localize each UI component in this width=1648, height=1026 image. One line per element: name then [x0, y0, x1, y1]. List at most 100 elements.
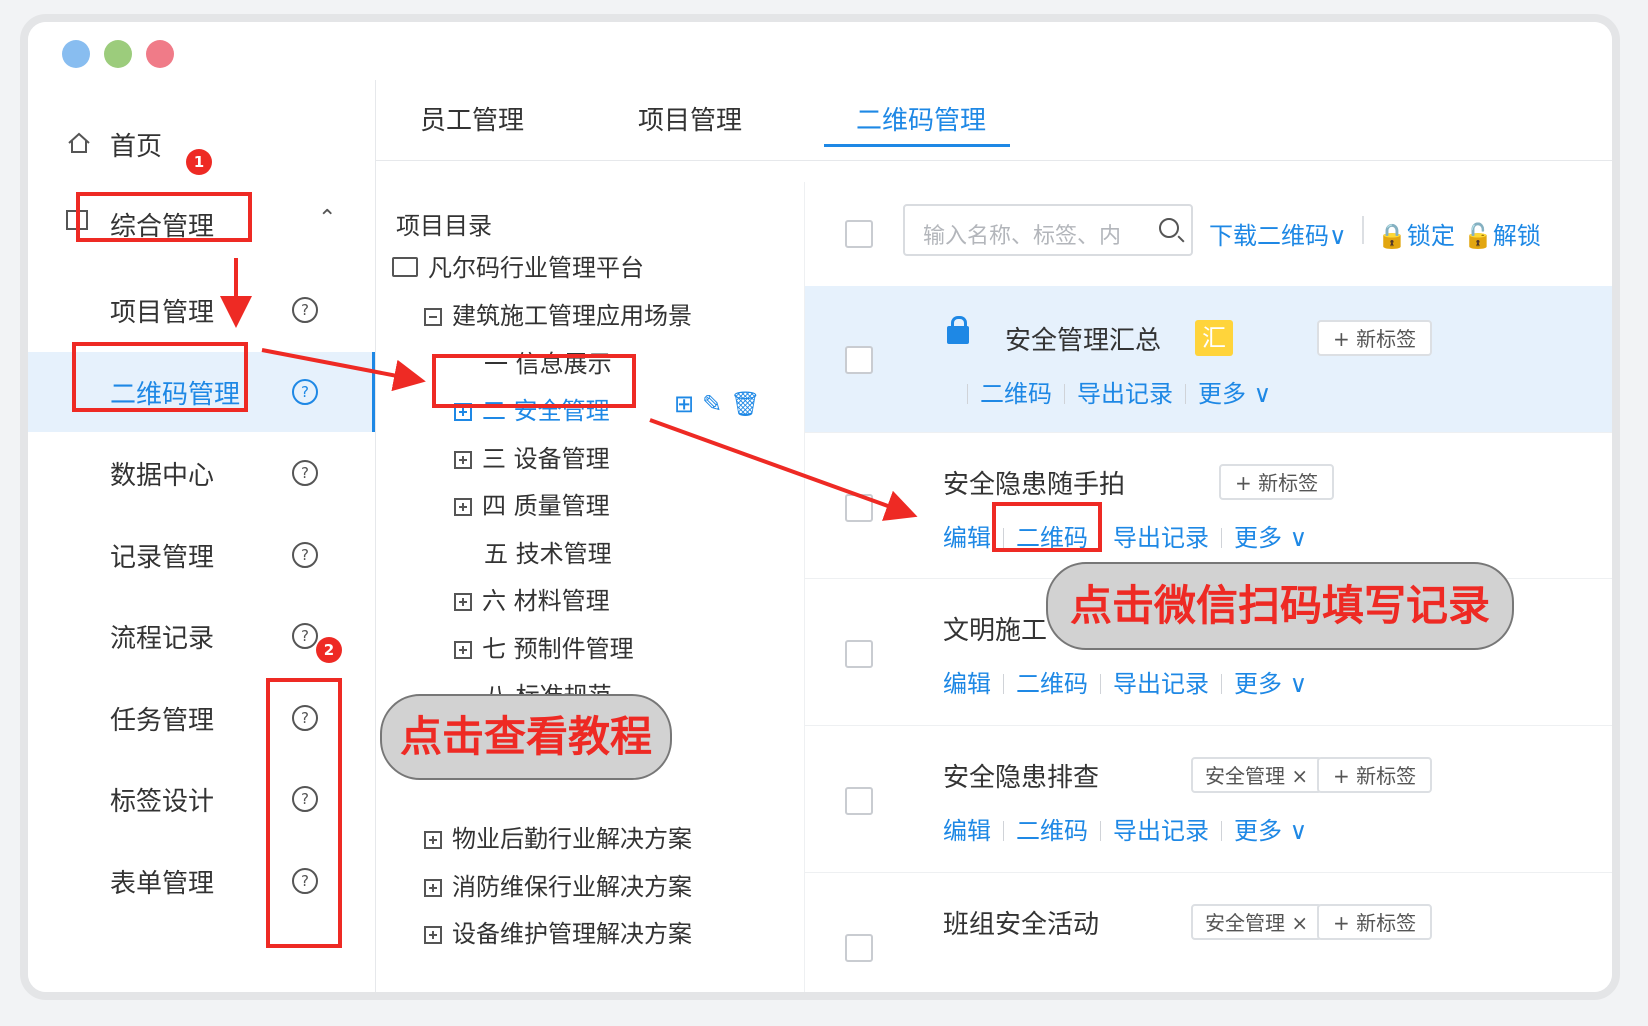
expand-icon[interactable] — [454, 451, 472, 469]
item-checkbox[interactable] — [845, 494, 873, 522]
edit-link[interactable]: 编辑 — [943, 670, 991, 698]
expand-icon[interactable] — [454, 641, 472, 659]
item-title: 安全管理汇总 — [1005, 326, 1162, 356]
unlock-button[interactable]: 🔓解锁 — [1463, 216, 1541, 251]
new-tag-button[interactable]: + 新标签 — [1219, 464, 1335, 500]
more-link[interactable]: 更多 ∨ — [1234, 817, 1307, 845]
edit-link[interactable]: 编辑 — [943, 524, 991, 552]
list-item[interactable]: 安全管理汇总 汇 + 新标签 二维码 导出记录 更多 ∨ — [805, 286, 1612, 433]
window-dot-green[interactable] — [104, 40, 132, 68]
tree-node-actions[interactable]: ⊞✎🗑 — [674, 390, 769, 418]
divider — [967, 384, 968, 404]
active-tab-indicator — [824, 144, 1010, 147]
item-checkbox[interactable] — [845, 640, 873, 668]
item-title: 安全隐患随手拍 — [943, 470, 1126, 500]
sidebar-item-records[interactable]: 记录管理 ? — [28, 515, 375, 595]
tree-solution-equipment[interactable]: 设备维护管理解决方案 — [424, 914, 692, 949]
more-link[interactable]: 更多 ∨ — [1198, 380, 1271, 408]
more-link[interactable]: 更多 ∨ — [1234, 524, 1307, 552]
list-item[interactable]: 安全隐患排查 安全管理 × + 新标签 编辑 二维码 导出记录 更多 ∨ — [805, 725, 1612, 873]
sidebar-item-workflow[interactable]: 流程记录 ? — [28, 596, 375, 676]
tab-staff[interactable]: 员工管理 — [420, 100, 524, 137]
expand-icon[interactable] — [454, 593, 472, 611]
export-link[interactable]: 导出记录 — [1077, 380, 1173, 408]
item-checkbox[interactable] — [845, 934, 873, 962]
list-item[interactable]: 安全隐患随手拍 + 新标签 编辑 二维码 导出记录 更多 ∨ — [805, 432, 1612, 579]
divider — [1064, 384, 1065, 404]
item-actions: 编辑 二维码 导出记录 更多 ∨ — [943, 811, 1307, 846]
sidebar-item-label: 流程记录 — [110, 624, 215, 654]
item-checkbox[interactable] — [845, 787, 873, 815]
item-title: 文明施工 — [943, 616, 1048, 646]
list-item[interactable]: 班组安全活动 安全管理 × + 新标签 — [805, 872, 1612, 992]
window-dot-blue[interactable] — [62, 40, 90, 68]
lock-label: 锁定 — [1406, 222, 1455, 250]
search-input[interactable]: 输入名称、标签、内 — [903, 204, 1193, 256]
highlight-help-icons — [266, 678, 342, 948]
tree-solution-property[interactable]: 物业后勤行业解决方案 — [424, 819, 692, 854]
sidebar-item-project[interactable]: 项目管理 ? — [28, 270, 375, 350]
divider — [1003, 821, 1004, 841]
sidebar-item-label: 标签设计 — [110, 787, 215, 817]
title-bar — [28, 22, 1612, 80]
export-link[interactable]: 导出记录 — [1113, 817, 1209, 845]
lock-button[interactable]: 🔒锁定 — [1377, 216, 1455, 251]
tree-node-prefab[interactable]: 七 预制件管理 — [454, 629, 634, 664]
search-icon[interactable] — [1159, 218, 1179, 238]
tree-node-equipment[interactable]: 三 设备管理 — [454, 439, 610, 474]
divider — [1221, 674, 1222, 694]
sidebar-item-label: 数据中心 — [110, 461, 215, 491]
tree-title: 项目目录 — [396, 212, 492, 240]
select-all-checkbox[interactable] — [845, 220, 873, 248]
qrcode-link[interactable]: 二维码 — [1016, 670, 1088, 698]
expand-icon[interactable] — [424, 831, 442, 849]
divider — [1003, 674, 1004, 694]
tree-scene-label: 建筑施工管理应用场景 — [452, 302, 692, 330]
collapse-icon[interactable] — [424, 308, 442, 326]
qrcode-link[interactable]: 二维码 — [1016, 817, 1088, 845]
export-link[interactable]: 导出记录 — [1113, 670, 1209, 698]
divider — [1100, 821, 1101, 841]
tab-project[interactable]: 项目管理 — [638, 100, 742, 137]
download-qrcode-button[interactable]: 下载二维码∨ — [1209, 216, 1347, 251]
edit-link[interactable]: 编辑 — [943, 817, 991, 845]
tree-node-quality[interactable]: 四 质量管理 — [454, 486, 610, 521]
item-checkbox[interactable] — [845, 346, 873, 374]
window-dot-red[interactable] — [146, 40, 174, 68]
new-tag-button[interactable]: + 新标签 — [1317, 904, 1433, 940]
tree-solution-fire[interactable]: 消防维保行业解决方案 — [424, 867, 692, 902]
help-icon[interactable]: ? — [292, 542, 318, 568]
help-icon[interactable]: ? — [292, 460, 318, 486]
expand-icon[interactable] — [424, 926, 442, 944]
tag-chip[interactable]: 安全管理 × — [1191, 904, 1323, 940]
help-icon[interactable]: ? — [292, 379, 318, 405]
tree-solution-label: 物业后勤行业解决方案 — [452, 825, 692, 853]
tree-root[interactable]: 凡尔码行业管理平台 — [392, 248, 644, 283]
item-actions: 二维码 导出记录 更多 ∨ — [955, 374, 1271, 409]
home-icon — [68, 132, 90, 153]
expand-icon[interactable] — [454, 498, 472, 516]
new-tag-button[interactable]: + 新标签 — [1317, 320, 1433, 356]
new-tag-button[interactable]: + 新标签 — [1317, 757, 1433, 793]
export-link[interactable]: 导出记录 — [1113, 524, 1209, 552]
tree-node-material[interactable]: 六 材料管理 — [454, 581, 610, 616]
help-icon[interactable]: ? — [292, 623, 318, 649]
tab-qrcode[interactable]: 二维码管理 — [856, 100, 986, 137]
highlight-general — [76, 192, 252, 242]
tree-node-tech[interactable]: 五 技术管理 — [484, 534, 612, 569]
qrcode-link[interactable]: 二维码 — [980, 380, 1052, 408]
expand-icon[interactable] — [424, 879, 442, 897]
tag-chip[interactable]: 安全管理 × — [1191, 757, 1323, 793]
chevron-up-icon: ⌃ — [318, 206, 337, 231]
highlight-qrcode-menu — [72, 342, 248, 412]
sidebar-item-data-center[interactable]: 数据中心 ? — [28, 433, 375, 513]
step-badge-2: 2 — [316, 637, 342, 663]
lock-icon — [947, 316, 969, 344]
help-icon[interactable]: ? — [292, 297, 318, 323]
item-title: 班组安全活动 — [943, 910, 1100, 940]
more-link[interactable]: 更多 ∨ — [1234, 670, 1307, 698]
item-title: 安全隐患排查 — [943, 763, 1100, 793]
top-tabs: 员工管理 项目管理 二维码管理 — [376, 80, 1612, 161]
tree-scene[interactable]: 建筑施工管理应用场景 — [424, 296, 692, 331]
app-window: 首页 综合管理 ⌃ 项目管理 ? 二维码管理 ? 数据中心 ? 记录管理 ? 流… — [20, 14, 1620, 1000]
